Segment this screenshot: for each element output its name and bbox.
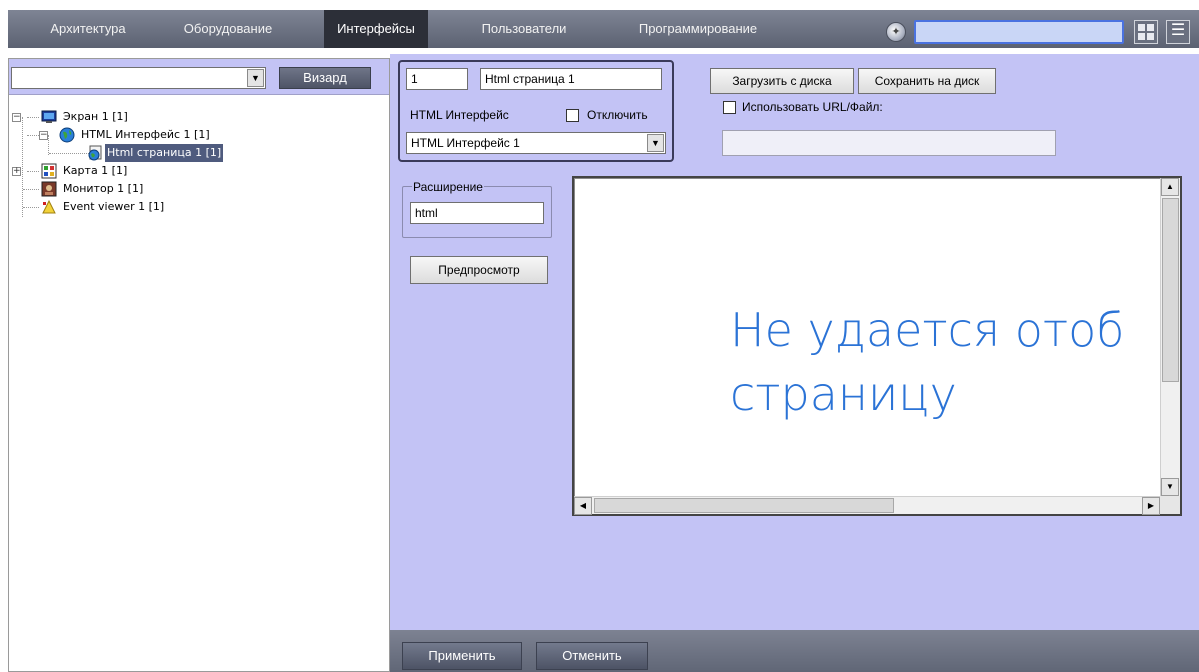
camera-monitor-icon	[41, 181, 57, 197]
preview-error-line2: страницу	[730, 367, 957, 421]
object-type-combo[interactable]: ▼	[11, 67, 266, 89]
object-name-field[interactable]: Html страница 1	[480, 68, 662, 90]
disable-label: Отключить	[587, 108, 648, 122]
extension-field[interactable]: html	[410, 202, 544, 224]
disable-checkbox[interactable]	[566, 109, 579, 122]
parent-interface-select[interactable]: HTML Интерфейс 1 ▼	[406, 132, 666, 154]
expand-icon[interactable]: +	[12, 167, 21, 176]
map-icon	[41, 163, 57, 179]
top-bar: Архитектура Оборудование Интерфейсы Поль…	[0, 0, 1199, 54]
tree-node-label: Экран 1 [1]	[63, 110, 128, 123]
tab-users[interactable]: Пользователи	[464, 10, 584, 48]
url-file-field[interactable]	[722, 130, 1056, 156]
preview-error-line1: Не удается отоб	[730, 303, 1125, 357]
scroll-down-icon[interactable]: ▼	[1161, 478, 1179, 496]
preview-button[interactable]: Предпросмотр	[410, 256, 548, 284]
parent-interface-label: HTML Интерфейс	[410, 108, 509, 122]
object-tree-panel: ▼ Визард − Экран 1 [1] − HTML Интерфейс …	[8, 58, 390, 672]
tree-node-label: Html страница 1 [1]	[105, 144, 224, 162]
tree-node-monitor[interactable]: Монитор 1 [1]	[9, 180, 389, 198]
menu-icon[interactable]: ☰	[1166, 20, 1190, 44]
settings-orb-icon[interactable]: ✦	[886, 22, 906, 42]
tab-interfaces[interactable]: Интерфейсы	[324, 10, 428, 48]
apply-button[interactable]: Применить	[402, 642, 522, 670]
scroll-up-icon[interactable]: ▲	[1161, 178, 1179, 196]
globe-icon	[59, 127, 75, 143]
parent-interface-select-value: HTML Интерфейс 1	[411, 136, 520, 150]
horizontal-scrollbar[interactable]: ◀ ▶	[574, 496, 1160, 515]
tree-node-html-interface[interactable]: − HTML Интерфейс 1 [1]	[9, 126, 389, 144]
tree-node-map[interactable]: + Карта 1 [1]	[9, 162, 389, 180]
tree-node-html-page[interactable]: Html страница 1 [1]	[9, 144, 389, 162]
tree-node-screen[interactable]: − Экран 1 [1]	[9, 108, 389, 126]
tab-architecture[interactable]: Архитектура	[28, 10, 148, 48]
chevron-down-icon[interactable]: ▼	[247, 69, 264, 87]
event-viewer-icon	[41, 199, 57, 215]
html-page-icon	[87, 145, 103, 161]
scroll-right-icon[interactable]: ▶	[1142, 497, 1160, 515]
chevron-down-icon[interactable]: ▼	[647, 134, 664, 152]
load-from-disk-button[interactable]: Загрузить с диска	[710, 68, 854, 94]
tree-node-event-viewer[interactable]: Event viewer 1 [1]	[9, 198, 389, 216]
save-to-disk-button[interactable]: Сохранить на диск	[858, 68, 996, 94]
extension-legend: Расширение	[412, 180, 484, 194]
collapse-icon[interactable]: −	[39, 131, 48, 140]
tree-node-label: HTML Интерфейс 1 [1]	[81, 128, 210, 141]
horizontal-scroll-thumb[interactable]	[594, 498, 894, 513]
tree-toolbar: ▼ Визард	[9, 59, 389, 95]
tree-node-label: Монитор 1 [1]	[63, 182, 144, 195]
grid-layout-icon[interactable]	[1134, 20, 1158, 44]
use-url-checkbox[interactable]	[723, 101, 736, 114]
scrollbar-corner	[1160, 496, 1180, 514]
use-url-label: Использовать URL/Файл:	[742, 100, 883, 114]
tree-node-label: Карта 1 [1]	[63, 164, 128, 177]
wizard-button[interactable]: Визард	[279, 67, 371, 89]
vertical-scroll-thumb[interactable]	[1162, 198, 1179, 382]
search-input[interactable]	[914, 20, 1124, 44]
tab-equipment[interactable]: Оборудование	[168, 10, 288, 48]
object-id-field[interactable]: 1	[406, 68, 468, 90]
vertical-scrollbar[interactable]: ▲ ▼	[1160, 178, 1180, 496]
collapse-icon[interactable]: −	[12, 113, 21, 122]
scroll-left-icon[interactable]: ◀	[574, 497, 592, 515]
preview-error-message: Не удается отоб страницу	[730, 298, 1150, 458]
bottom-action-bar: Применить Отменить	[390, 630, 1199, 672]
object-name-group: 1 Html страница 1 HTML Интерфейс Отключи…	[398, 60, 674, 162]
monitor-screen-icon	[41, 109, 57, 125]
html-preview-frame[interactable]: Не удается отоб страницу ▲ ▼ ◀ ▶	[572, 176, 1182, 516]
tab-programming[interactable]: Программирование	[618, 10, 778, 48]
cancel-button[interactable]: Отменить	[536, 642, 648, 670]
tree-node-label: Event viewer 1 [1]	[63, 200, 165, 213]
